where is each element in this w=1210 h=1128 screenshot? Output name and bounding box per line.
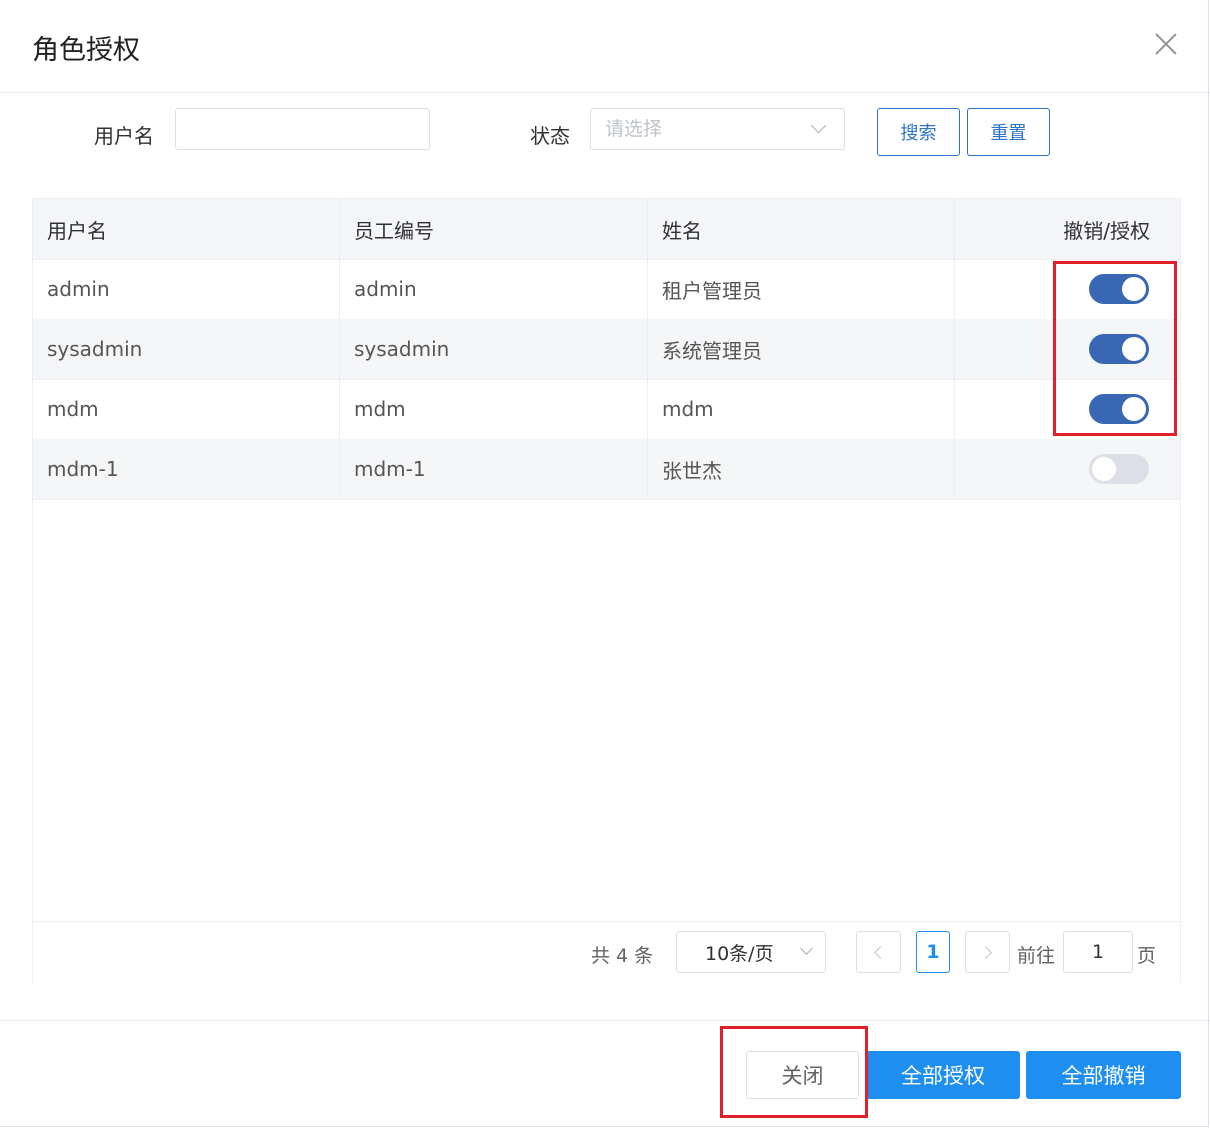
cell-name: 系统管理员 [648, 319, 955, 379]
pagination: 共 4 条 10条/页 1 前往 页 [33, 921, 1180, 983]
status-select[interactable] [590, 108, 845, 150]
authorize-switch[interactable] [1089, 334, 1149, 364]
status-filter-label: 状态 [530, 124, 570, 148]
cell-authorize [955, 319, 1180, 379]
role-authorization-dialog: 角色授权 用户名 状态 搜索 重置 用户名 员工编号 姓名 撤销/授权 admi… [0, 0, 1210, 1127]
cell-username: mdm [33, 379, 340, 439]
dialog-title: 角色授权 [32, 35, 140, 66]
switch-knob [1122, 277, 1146, 301]
cell-employee-no: admin [340, 259, 648, 319]
username-filter-label: 用户名 [94, 124, 154, 148]
reset-button[interactable]: 重置 [967, 108, 1050, 156]
chevron-right-icon [979, 945, 992, 959]
page-suffix: 页 [1137, 945, 1157, 967]
cell-username: mdm-1 [33, 439, 340, 499]
revoke-all-button[interactable]: 全部撤销 [1026, 1051, 1181, 1099]
cell-username: admin [33, 259, 340, 319]
goto-label: 前往 [1017, 945, 1056, 967]
total-count: 共 4 条 [591, 945, 654, 967]
cell-name: mdm [648, 379, 955, 439]
switch-knob [1092, 457, 1116, 481]
username-filter-input[interactable] [175, 108, 430, 150]
table-row: mdm-1 mdm-1 张世杰 [33, 439, 1180, 500]
close-icon[interactable] [1150, 28, 1182, 60]
cell-name: 租户管理员 [648, 259, 955, 319]
cell-authorize [955, 379, 1180, 439]
header-username: 用户名 [33, 199, 340, 259]
authorize-switch[interactable] [1089, 394, 1149, 424]
dialog-header: 角色授权 [0, 0, 1210, 93]
chevron-down-icon [800, 942, 813, 955]
authorize-switch[interactable] [1089, 454, 1149, 484]
header-name: 姓名 [648, 199, 955, 259]
table-row: mdm mdm mdm [33, 379, 1180, 440]
authorize-switch[interactable] [1089, 274, 1149, 304]
switch-knob [1122, 337, 1146, 361]
header-employee-no: 员工编号 [340, 199, 648, 259]
table-header: 用户名 员工编号 姓名 撤销/授权 [33, 199, 1180, 260]
header-authorize: 撤销/授权 [1063, 218, 1150, 243]
table-row: sysadmin sysadmin 系统管理员 [33, 319, 1180, 380]
cell-username: sysadmin [33, 319, 340, 379]
prev-page-button[interactable] [856, 931, 901, 973]
user-table: 用户名 员工编号 姓名 撤销/授权 admin admin 租户管理员 sysa… [32, 198, 1181, 983]
page-size-value: 10条/页 [705, 942, 774, 965]
next-page-button[interactable] [965, 931, 1010, 973]
switch-knob [1122, 397, 1146, 421]
search-button[interactable]: 搜索 [877, 108, 960, 156]
grant-all-button[interactable]: 全部授权 [866, 1051, 1020, 1099]
chevron-left-icon [874, 945, 887, 959]
status-select-input[interactable] [590, 108, 845, 150]
page-size-select[interactable]: 10条/页 [676, 931, 826, 973]
page-number-current[interactable]: 1 [916, 931, 950, 973]
cell-employee-no: sysadmin [340, 319, 648, 379]
close-button[interactable]: 关闭 [746, 1051, 859, 1099]
cell-name: 张世杰 [648, 439, 955, 499]
goto-page-input[interactable] [1063, 931, 1133, 973]
cell-authorize [955, 439, 1180, 499]
cell-authorize [955, 259, 1180, 319]
footer-divider [0, 1020, 1210, 1021]
cell-employee-no: mdm [340, 379, 648, 439]
table-row: admin admin 租户管理员 [33, 259, 1180, 320]
cell-employee-no: mdm-1 [340, 439, 648, 499]
